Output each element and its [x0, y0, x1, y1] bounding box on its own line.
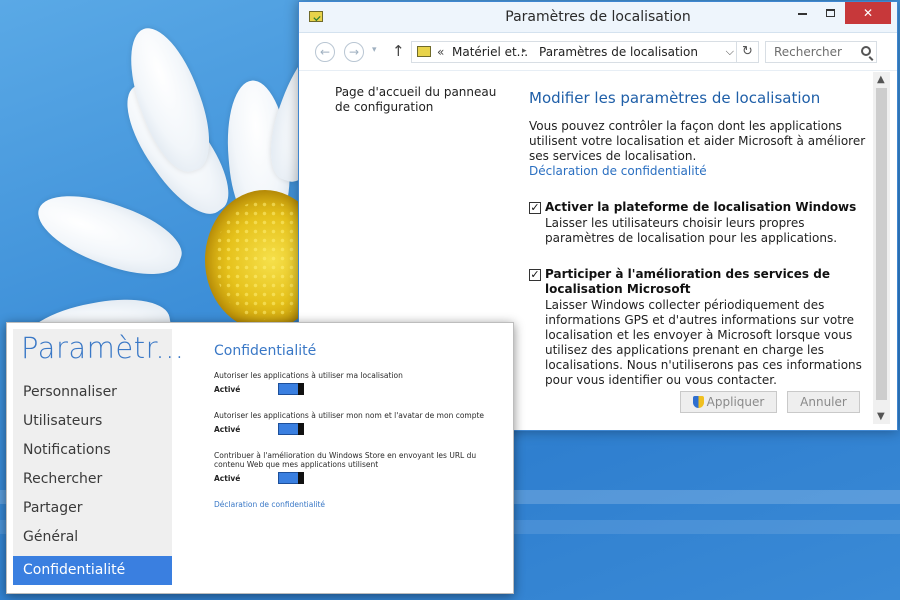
maximize-icon [825, 9, 835, 17]
up-arrow-icon[interactable]: ↑ [392, 42, 405, 60]
search-input[interactable]: Rechercher [765, 41, 877, 63]
privacy-statement-link[interactable]: Déclaration de confidentialité [214, 500, 509, 509]
recent-locations-chevron-icon[interactable]: ▾ [372, 45, 377, 55]
minimize-icon [797, 12, 807, 15]
toggle-state: Activé [214, 425, 241, 434]
store-urls-toggle[interactable] [278, 472, 304, 484]
apply-label: Appliquer [706, 395, 765, 409]
vertical-scrollbar[interactable]: ▲ ▼ [873, 72, 890, 424]
improve-location-checkbox[interactable]: ✓ [529, 269, 541, 281]
maximize-button[interactable] [817, 2, 843, 24]
breadcrumb-hardware[interactable]: Matériel et... [452, 45, 528, 59]
pc-settings-panel: Paramètr... Personnaliser Utilisateurs N… [6, 322, 514, 594]
toggle-knob[interactable] [298, 472, 304, 484]
setting-label: Autoriser les applications à utiliser ma… [214, 371, 403, 380]
intro-text: Vous pouvez contrôler la façon dont les … [529, 119, 866, 163]
chevron-down-icon[interactable]: ⌵ [726, 45, 734, 59]
address-bar[interactable]: « Matériel et... ▸ Paramètres de localis… [411, 41, 759, 63]
apply-button[interactable]: Appliquer [680, 391, 777, 413]
setting-account-name-avatar: Autoriser les applications à utiliser mo… [214, 411, 509, 440]
forward-arrow-icon[interactable]: → [344, 42, 364, 62]
main-content: Modifier les paramètres de localisation … [529, 89, 869, 388]
privacy-statement-link[interactable]: Déclaration de confidentialité [529, 164, 869, 179]
scroll-down-icon[interactable]: ▼ [877, 411, 885, 422]
minimize-button[interactable] [789, 2, 815, 24]
setting-label: Autoriser les applications à utiliser mo… [214, 411, 485, 420]
option-title[interactable]: Activer la plateforme de localisation Wi… [545, 200, 869, 215]
privacy-settings: Confidentialité Autoriser les applicatio… [214, 343, 509, 509]
search-placeholder: Rechercher [774, 45, 842, 59]
scroll-up-icon[interactable]: ▲ [877, 74, 885, 85]
breadcrumb-separator-icon[interactable]: ▸ [522, 46, 527, 56]
page-title: Modifier les paramètres de localisation [529, 89, 821, 107]
location-toggle[interactable] [278, 383, 304, 395]
option-location-platform: ✓ Activer la plateforme de localisation … [529, 200, 869, 246]
cancel-button[interactable]: Annuler [787, 391, 860, 413]
search-icon[interactable] [861, 46, 871, 56]
sidebar-item-general[interactable]: Général [13, 523, 172, 552]
sidebar-item-rechercher[interactable]: Rechercher [13, 465, 172, 494]
sidebar-item-partager[interactable]: Partager [13, 494, 172, 523]
sidebar-item-confidentialite[interactable]: Confidentialité [13, 556, 172, 585]
window-titlebar[interactable]: Paramètres de localisation ✕ [299, 2, 897, 33]
section-heading: Confidentialité [214, 343, 317, 359]
navigation-bar: ← → ▾ ↑ « Matériel et... ▸ Paramètres de… [299, 33, 897, 71]
option-description: Laisser les utilisateurs choisir leurs p… [545, 216, 838, 245]
sidebar-item-notifications[interactable]: Notifications [13, 436, 172, 465]
setting-label: Contribuer à l'amélioration du Windows S… [214, 451, 477, 469]
control-panel-home-link[interactable]: Page d'accueil du panneau de configurati… [335, 85, 505, 115]
toggle-state: Activé [214, 474, 241, 483]
toggle-knob[interactable] [298, 383, 304, 395]
option-title[interactable]: Participer à l'amélioration des services… [545, 267, 869, 297]
setting-location: Autoriser les applications à utiliser ma… [214, 371, 509, 400]
account-info-toggle[interactable] [278, 423, 304, 435]
back-arrow-icon[interactable]: ← [315, 42, 335, 62]
close-icon: ✕ [862, 6, 874, 20]
control-panel-icon [417, 46, 431, 57]
close-button[interactable]: ✕ [845, 2, 891, 24]
breadcrumb-overflow[interactable]: « [437, 45, 444, 59]
toggle-knob[interactable] [298, 423, 304, 435]
option-improve-location-services: ✓ Participer à l'amélioration des servic… [529, 267, 869, 388]
refresh-icon[interactable]: ↻ [736, 42, 758, 62]
toggle-state: Activé [214, 385, 241, 394]
setting-store-urls: Contribuer à l'amélioration du Windows S… [214, 451, 509, 489]
sidebar-item-personnaliser[interactable]: Personnaliser [13, 378, 172, 407]
option-description: Laisser Windows collecter périodiquement… [545, 298, 862, 387]
scrollbar-thumb[interactable] [876, 88, 887, 400]
settings-title: Paramètr... [21, 331, 185, 365]
breadcrumb-location-settings[interactable]: Paramètres de localisation [539, 45, 698, 59]
settings-sidebar: Paramètr... Personnaliser Utilisateurs N… [13, 329, 184, 585]
sidebar-item-utilisateurs[interactable]: Utilisateurs [13, 407, 172, 436]
location-platform-checkbox[interactable]: ✓ [529, 202, 541, 214]
uac-shield-icon [692, 396, 704, 408]
